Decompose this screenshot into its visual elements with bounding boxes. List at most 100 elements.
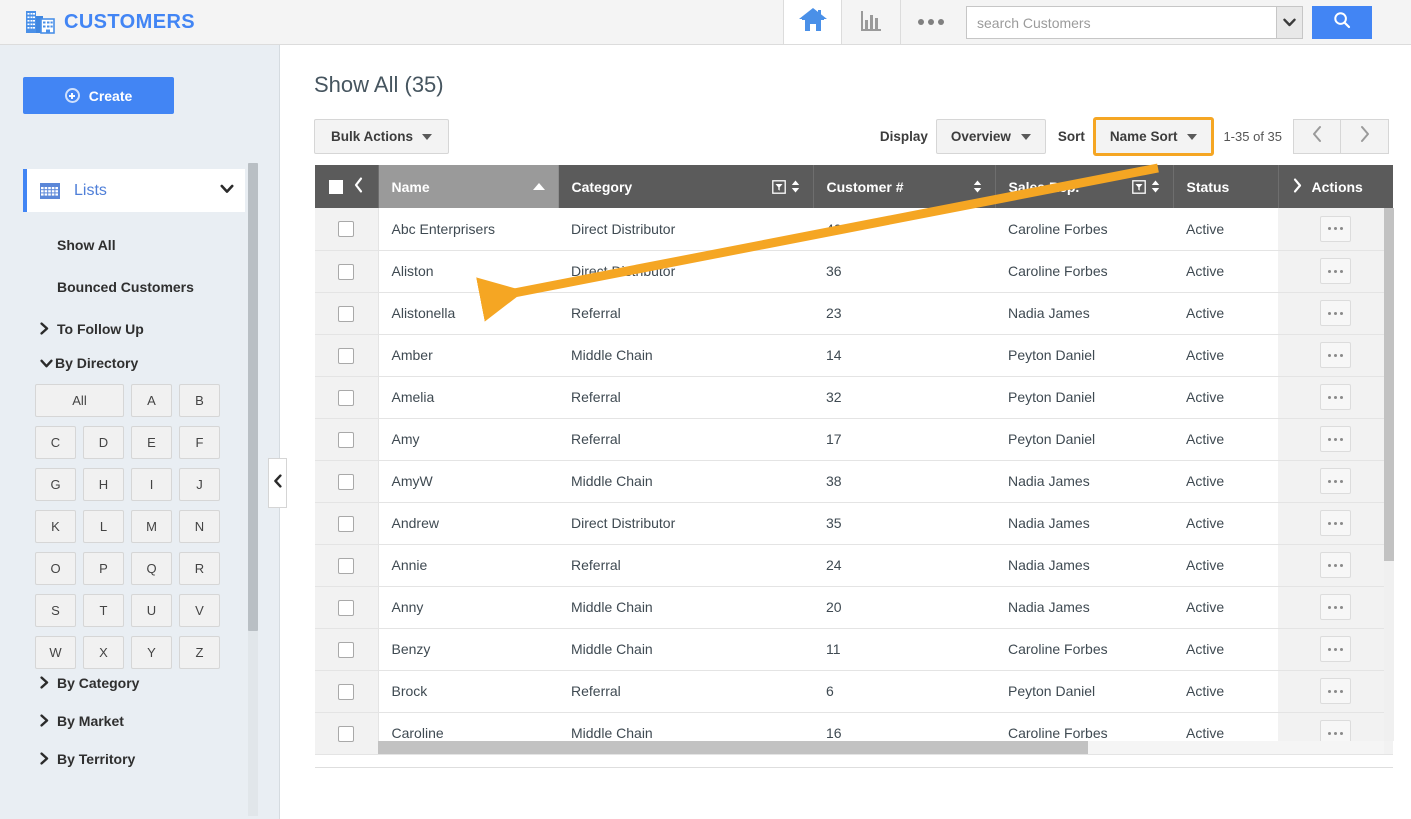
table-row[interactable]: Andrew Direct Distributor 35 Nadia James Act… [315, 502, 1393, 545]
row-checkbox[interactable] [338, 683, 355, 700]
row-checkbox[interactable] [338, 641, 355, 658]
row-select-cell[interactable] [315, 292, 379, 335]
table-row[interactable]: Alistonella Referral 23 Nadia James Active [315, 292, 1393, 335]
row-actions-button[interactable] [1320, 594, 1351, 620]
sort-toggle-icon[interactable] [791, 180, 800, 193]
row-select-cell[interactable] [315, 544, 379, 587]
row-checkbox[interactable] [338, 347, 355, 364]
row-checkbox[interactable] [338, 305, 355, 322]
sidebar-item-by-territory[interactable]: By Territory [0, 744, 250, 774]
alpha-filter-k[interactable]: K [35, 510, 76, 543]
alpha-filter-s[interactable]: S [35, 594, 76, 627]
row-checkbox[interactable] [338, 725, 355, 742]
column-header-select[interactable] [315, 165, 379, 208]
row-actions-button[interactable] [1320, 215, 1351, 242]
row-actions-button[interactable] [1320, 552, 1351, 578]
table-row[interactable]: Amy Referral 17 Peyton Daniel Active [315, 418, 1393, 461]
alpha-filter-x[interactable]: X [83, 636, 124, 669]
row-select-cell[interactable] [315, 208, 379, 251]
sort-toggle-icon[interactable] [1151, 180, 1160, 193]
table-row[interactable]: Anny Middle Chain 20 Nadia James Active [315, 586, 1393, 629]
row-checkbox[interactable] [338, 263, 355, 280]
table-row[interactable]: Amber Middle Chain 14 Peyton Daniel Active [315, 334, 1393, 377]
alpha-filter-all[interactable]: All [35, 384, 124, 417]
select-all-checkbox[interactable] [328, 179, 343, 194]
column-header-customer-number[interactable]: Customer # [813, 165, 996, 208]
row-actions-button[interactable] [1320, 300, 1351, 326]
cell-actions[interactable] [1278, 292, 1393, 335]
alpha-filter-d[interactable]: D [83, 426, 124, 459]
alpha-filter-a[interactable]: A [131, 384, 172, 417]
row-actions-button[interactable] [1320, 426, 1351, 452]
sort-toggle-icon[interactable] [973, 180, 982, 193]
row-actions-button[interactable] [1320, 510, 1351, 536]
more-options-button[interactable] [901, 0, 960, 44]
alpha-filter-n[interactable]: N [179, 510, 220, 543]
alpha-filter-h[interactable]: H [83, 468, 124, 501]
row-actions-button[interactable] [1320, 636, 1351, 662]
row-checkbox[interactable] [338, 557, 355, 574]
row-checkbox[interactable] [338, 389, 355, 406]
row-select-cell[interactable] [315, 670, 379, 713]
alpha-filter-q[interactable]: Q [131, 552, 172, 585]
table-row[interactable]: Brock Referral 6 Peyton Daniel Active [315, 670, 1393, 713]
alpha-filter-p[interactable]: P [83, 552, 124, 585]
sidebar-scrollbar-thumb[interactable] [248, 163, 258, 631]
alpha-filter-t[interactable]: T [83, 594, 124, 627]
row-actions-button[interactable] [1320, 468, 1351, 494]
table-row[interactable]: Annie Referral 24 Nadia James Active [315, 544, 1393, 587]
reports-button[interactable] [842, 0, 901, 44]
row-select-cell[interactable] [315, 586, 379, 629]
chevron-left-icon[interactable] [353, 177, 364, 196]
search-scope-dropdown[interactable] [1276, 6, 1303, 39]
alpha-filter-y[interactable]: Y [131, 636, 172, 669]
row-select-cell[interactable] [315, 628, 379, 671]
sidebar-item-bounced-customers[interactable]: Bounced Customers [0, 272, 250, 302]
previous-page-button[interactable] [1293, 119, 1341, 154]
table-row[interactable]: Benzy Middle Chain 11 Caroline Forbes Active [315, 628, 1393, 671]
table-row[interactable]: AmyW Middle Chain 38 Nadia James Active [315, 460, 1393, 503]
row-select-cell[interactable] [315, 502, 379, 545]
alpha-filter-v[interactable]: V [179, 594, 220, 627]
filter-icon[interactable] [1131, 179, 1146, 194]
row-select-cell[interactable] [315, 250, 379, 293]
column-header-status[interactable]: Status [1173, 165, 1279, 208]
display-select[interactable]: Overview [935, 119, 1046, 154]
row-actions-button[interactable] [1320, 258, 1351, 284]
cell-actions[interactable] [1278, 460, 1393, 503]
cell-actions[interactable] [1278, 208, 1393, 251]
row-select-cell[interactable] [315, 460, 379, 503]
row-checkbox[interactable] [338, 599, 355, 616]
sidebar-section-lists[interactable]: Lists [23, 169, 245, 212]
chevron-down-icon[interactable] [220, 182, 234, 196]
cell-actions[interactable] [1278, 502, 1393, 545]
alpha-filter-m[interactable]: M [131, 510, 172, 543]
row-actions-button[interactable] [1320, 342, 1351, 368]
alpha-filter-j[interactable]: J [179, 468, 220, 501]
cell-actions[interactable] [1278, 250, 1393, 293]
row-select-cell[interactable] [315, 376, 379, 419]
bulk-actions-button[interactable]: Bulk Actions [314, 119, 450, 154]
table-row[interactable]: Abc Enterprisers Direct Distributor 40 Caro… [315, 208, 1393, 251]
alpha-filter-z[interactable]: Z [179, 636, 220, 669]
sidebar-item-by-market[interactable]: By Market [0, 706, 250, 736]
table-row[interactable]: Aliston Direct Distributor 36 Caroline Forb… [315, 250, 1393, 293]
column-header-name[interactable]: Name [378, 165, 559, 208]
alpha-filter-o[interactable]: O [35, 552, 76, 585]
cell-actions[interactable] [1278, 418, 1393, 461]
alpha-filter-b[interactable]: B [179, 384, 220, 417]
create-button[interactable]: Create [23, 77, 174, 114]
row-select-cell[interactable] [315, 418, 379, 461]
row-checkbox[interactable] [338, 473, 355, 490]
cell-actions[interactable] [1278, 376, 1393, 419]
sort-select[interactable]: Name Sort [1092, 117, 1215, 156]
alpha-filter-f[interactable]: F [179, 426, 220, 459]
alpha-filter-r[interactable]: R [179, 552, 220, 585]
alpha-filter-w[interactable]: W [35, 636, 76, 669]
home-button[interactable] [783, 0, 842, 44]
cell-actions[interactable] [1278, 670, 1393, 713]
sidebar-item-by-directory[interactable]: By Directory [0, 348, 250, 378]
alpha-filter-g[interactable]: G [35, 468, 76, 501]
row-checkbox[interactable] [338, 515, 355, 532]
sidebar-item-to-follow-up[interactable]: To Follow Up [0, 314, 250, 344]
